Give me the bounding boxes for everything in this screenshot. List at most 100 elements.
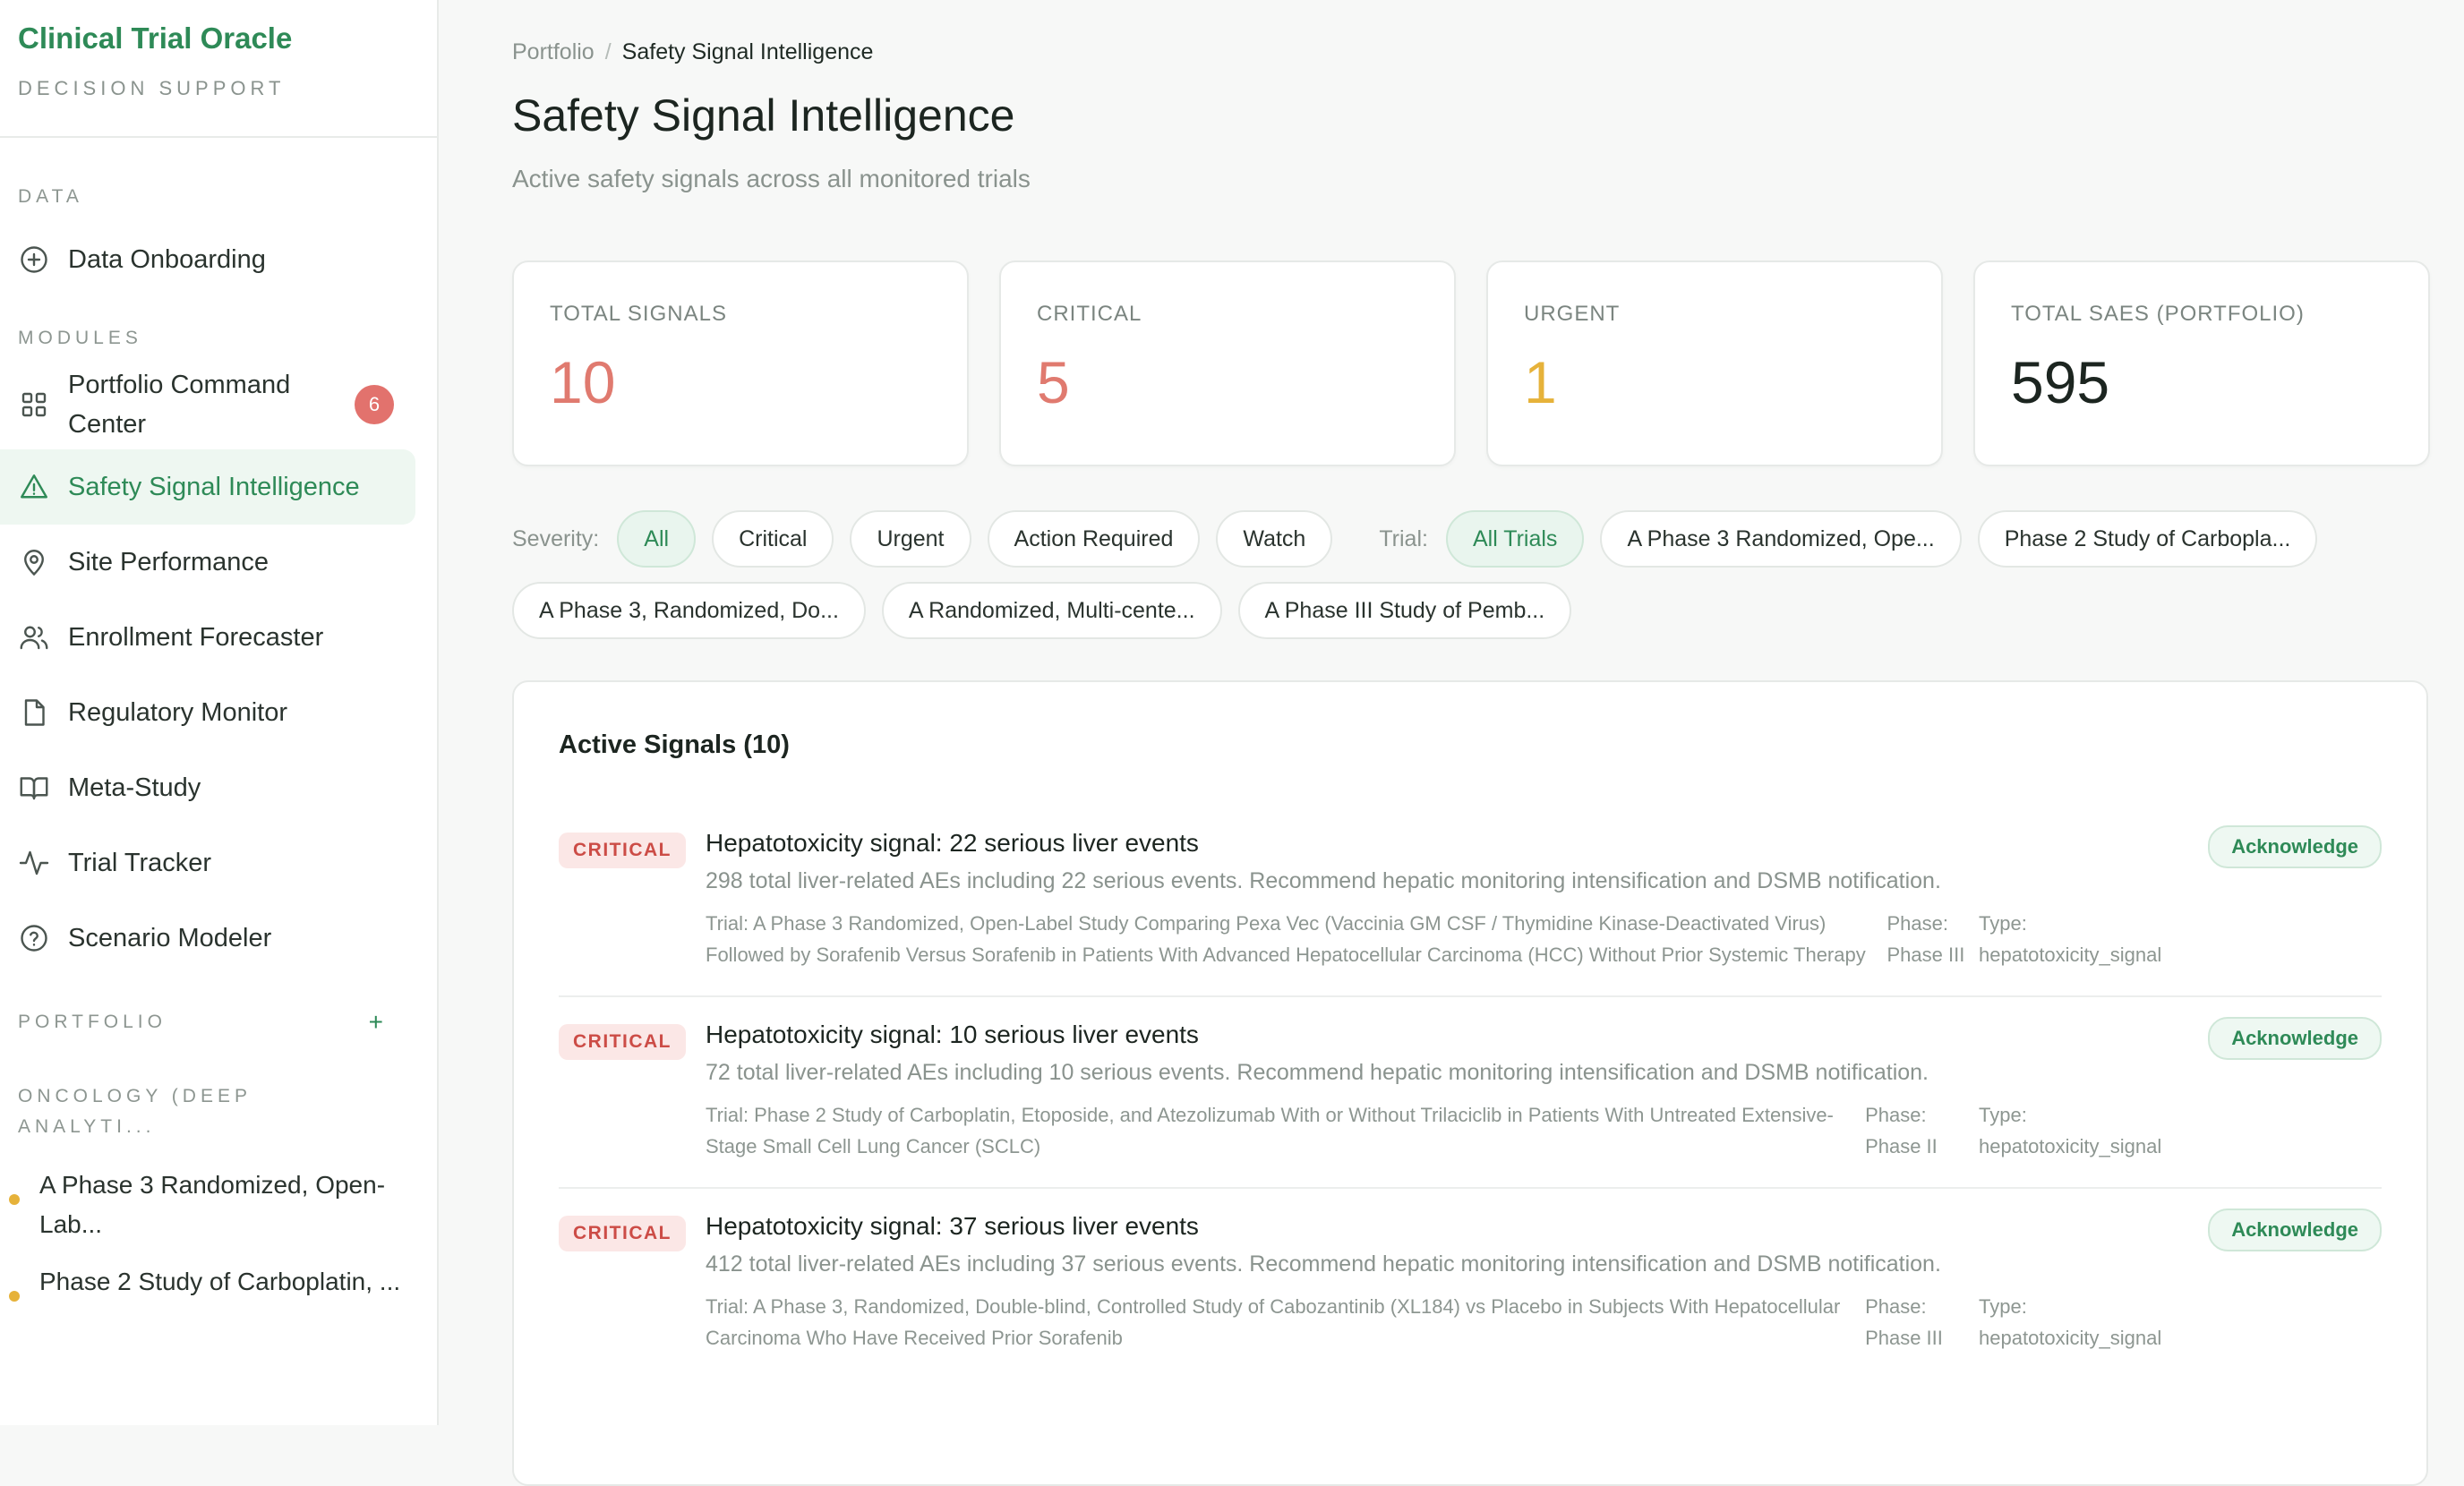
trial-chip-all-trials[interactable]: All Trials — [1445, 510, 1585, 568]
severity-badge: CRITICAL — [559, 1024, 686, 1060]
stat-label: URGENT — [1524, 302, 1621, 326]
breadcrumb-separator: / — [604, 39, 612, 64]
portfolio-item[interactable]: A Phase 3 Randomized, Open-Lab... — [0, 1166, 437, 1244]
plus-circle-icon — [18, 243, 50, 276]
app-title[interactable]: Clinical Trial Oracle — [18, 18, 437, 59]
nav-label: Site Performance — [68, 548, 270, 576]
trial-chip[interactable]: A Phase 3, Randomized, Do... — [512, 582, 866, 639]
nav-label: Meta-Study — [68, 773, 201, 802]
filter-row: A Phase 3, Randomized, Do... A Randomize… — [512, 582, 2437, 639]
section-label-data: DATA — [18, 186, 83, 207]
brand: Clinical Trial Oracle DECISION SUPPORT — [0, 0, 437, 138]
breadcrumb: Portfolio / Safety Signal Intelligence — [512, 39, 873, 65]
nav-label: Trial Tracker — [68, 849, 212, 877]
portfolio-item-label: A Phase 3 Randomized, Open-Lab... — [39, 1171, 386, 1238]
acknowledge-button[interactable]: Acknowledge — [2208, 1208, 2382, 1251]
nav-site-performance[interactable]: Site Performance — [0, 525, 415, 600]
portfolio-item[interactable]: Phase 2 Study of Carboplatin, ... — [0, 1262, 437, 1302]
portfolio-header: PORTFOLIO + — [0, 1008, 437, 1047]
acknowledge-button[interactable]: Acknowledge — [2208, 825, 2382, 868]
nav-label: Enrollment Forecaster — [68, 623, 324, 652]
users-icon — [18, 621, 50, 653]
severity-chip-critical[interactable]: Critical — [712, 510, 834, 568]
signal-title: Hepatotoxicity signal: 37 serious liver … — [706, 1212, 1199, 1240]
signal-phase: Phase: Phase III — [1886, 912, 1965, 966]
signal-type: Type: hepatotoxicity_signal — [1979, 1104, 2162, 1157]
nav-trial-tracker[interactable]: Trial Tracker — [0, 825, 415, 901]
trial-chip[interactable]: A Phase III Study of Pemb... — [1237, 582, 1572, 639]
stat-value: 1 — [1524, 349, 1557, 415]
nav-portfolio-command-center[interactable]: Portfolio Command Center 6 — [0, 360, 415, 449]
signal-trial: Trial: Phase 2 Study of Carboplatin, Eto… — [706, 1104, 1834, 1157]
stat-value: 10 — [550, 349, 616, 415]
nav-data-onboarding[interactable]: Data Onboarding — [0, 222, 415, 297]
nav-label: Safety Signal Intelligence — [68, 473, 360, 501]
stat-label: TOTAL SIGNALS — [550, 302, 727, 326]
stat-card-critical: CRITICAL 5 — [999, 260, 1456, 466]
signal-body: Hepatotoxicity signal: 10 serious liver … — [706, 1017, 2210, 1162]
signal-type: Type: hepatotoxicity_signal — [1979, 912, 2162, 966]
nav-enrollment-forecaster[interactable]: Enrollment Forecaster — [0, 600, 415, 675]
signal-row: CRITICAL Hepatotoxicity signal: 10 serio… — [559, 997, 2382, 1189]
trial-chip[interactable]: A Phase 3 Randomized, Ope... — [1600, 510, 1962, 568]
notification-badge: 6 — [355, 385, 394, 424]
section-label-portfolio: PORTFOLIO — [18, 1012, 167, 1032]
nav-regulatory-monitor[interactable]: Regulatory Monitor — [0, 675, 415, 750]
severity-chip-watch[interactable]: Watch — [1216, 510, 1333, 568]
nav-label: Portfolio Command Center — [68, 371, 291, 439]
nav-meta-study[interactable]: Meta-Study — [0, 750, 415, 825]
signal-title: Hepatotoxicity signal: 22 serious liver … — [706, 829, 1199, 857]
add-portfolio-button[interactable]: + — [369, 1008, 383, 1037]
stat-label: TOTAL SAES (PORTFOLIO) — [2011, 302, 2305, 326]
active-signals-heading: Active Signals (10) — [559, 730, 790, 759]
warning-triangle-icon — [18, 471, 50, 503]
severity-chip-all[interactable]: All — [617, 510, 697, 568]
severity-filter-label: Severity: — [512, 525, 600, 551]
app-subtitle: DECISION SUPPORT — [18, 77, 286, 99]
active-signals-panel: Active Signals (10) CRITICAL Hepatotoxic… — [512, 680, 2428, 1486]
breadcrumb-root[interactable]: Portfolio — [512, 39, 595, 64]
nav-label: Scenario Modeler — [68, 924, 272, 952]
stat-cards: TOTAL SIGNALS 10 CRITICAL 5 URGENT 1 TOT… — [512, 260, 2430, 466]
severity-chip-urgent[interactable]: Urgent — [850, 510, 971, 568]
signal-phase: Phase: Phase II — [1865, 1104, 1938, 1157]
page-title: Safety Signal Intelligence — [512, 90, 1015, 141]
signal-description: 412 total liver-related AEs including 37… — [706, 1251, 1941, 1277]
book-icon — [18, 772, 50, 804]
breadcrumb-current: Safety Signal Intelligence — [621, 39, 874, 64]
signal-row: CRITICAL Hepatotoxicity signal: 22 serio… — [559, 806, 2382, 997]
trial-chip[interactable]: A Randomized, Multi-cente... — [881, 582, 1222, 639]
signal-type: Type: hepatotoxicity_signal — [1979, 1295, 2162, 1349]
signal-phase: Phase: Phase III — [1865, 1295, 1943, 1349]
stat-card-total-signals: TOTAL SIGNALS 10 — [512, 260, 969, 466]
nav-label: Data Onboarding — [68, 245, 266, 274]
signal-meta: Trial: A Phase 3, Randomized, Double-bli… — [706, 1291, 2210, 1354]
signal-trial: Trial: A Phase 3, Randomized, Double-bli… — [706, 1295, 1841, 1349]
signal-meta: Trial: Phase 2 Study of Carboplatin, Eto… — [706, 1099, 2210, 1162]
signal-description: 298 total liver-related AEs including 22… — [706, 868, 1941, 893]
nav-safety-signal-intelligence[interactable]: Safety Signal Intelligence — [0, 449, 415, 525]
sidebar: Clinical Trial Oracle DECISION SUPPORT D… — [0, 0, 439, 1425]
filter-bar: Severity: All Critical Urgent Action Req… — [512, 510, 2437, 653]
signal-row: CRITICAL Hepatotoxicity signal: 37 serio… — [559, 1189, 2382, 1379]
activity-icon — [18, 847, 50, 879]
signal-body: Hepatotoxicity signal: 37 serious liver … — [706, 1208, 2210, 1354]
signal-body: Hepatotoxicity signal: 22 serious liver … — [706, 825, 2210, 970]
portfolio-group-label: ONCOLOGY (DEEP ANALYTI... — [18, 1086, 252, 1137]
severity-chip-action-required[interactable]: Action Required — [987, 510, 1201, 568]
stat-label: CRITICAL — [1037, 302, 1142, 326]
signal-list: CRITICAL Hepatotoxicity signal: 22 serio… — [559, 806, 2382, 1379]
acknowledge-button[interactable]: Acknowledge — [2208, 1017, 2382, 1060]
main-content: Portfolio / Safety Signal Intelligence Saf… — [439, 0, 2464, 1486]
trial-chip[interactable]: Phase 2 Study of Carbopla... — [1977, 510, 2318, 568]
severity-badge: CRITICAL — [559, 833, 686, 868]
map-pin-icon — [18, 546, 50, 578]
stat-value: 595 — [2011, 349, 2110, 415]
status-dot — [9, 1194, 20, 1205]
file-icon — [18, 696, 50, 729]
grid-icon — [18, 389, 50, 421]
signal-title: Hepatotoxicity signal: 10 serious liver … — [706, 1021, 1199, 1048]
nav-scenario-modeler[interactable]: Scenario Modeler — [0, 901, 415, 976]
portfolio-item-label: Phase 2 Study of Carboplatin, ... — [39, 1268, 401, 1295]
signal-meta: Trial: A Phase 3 Randomized, Open-Label … — [706, 908, 2210, 970]
